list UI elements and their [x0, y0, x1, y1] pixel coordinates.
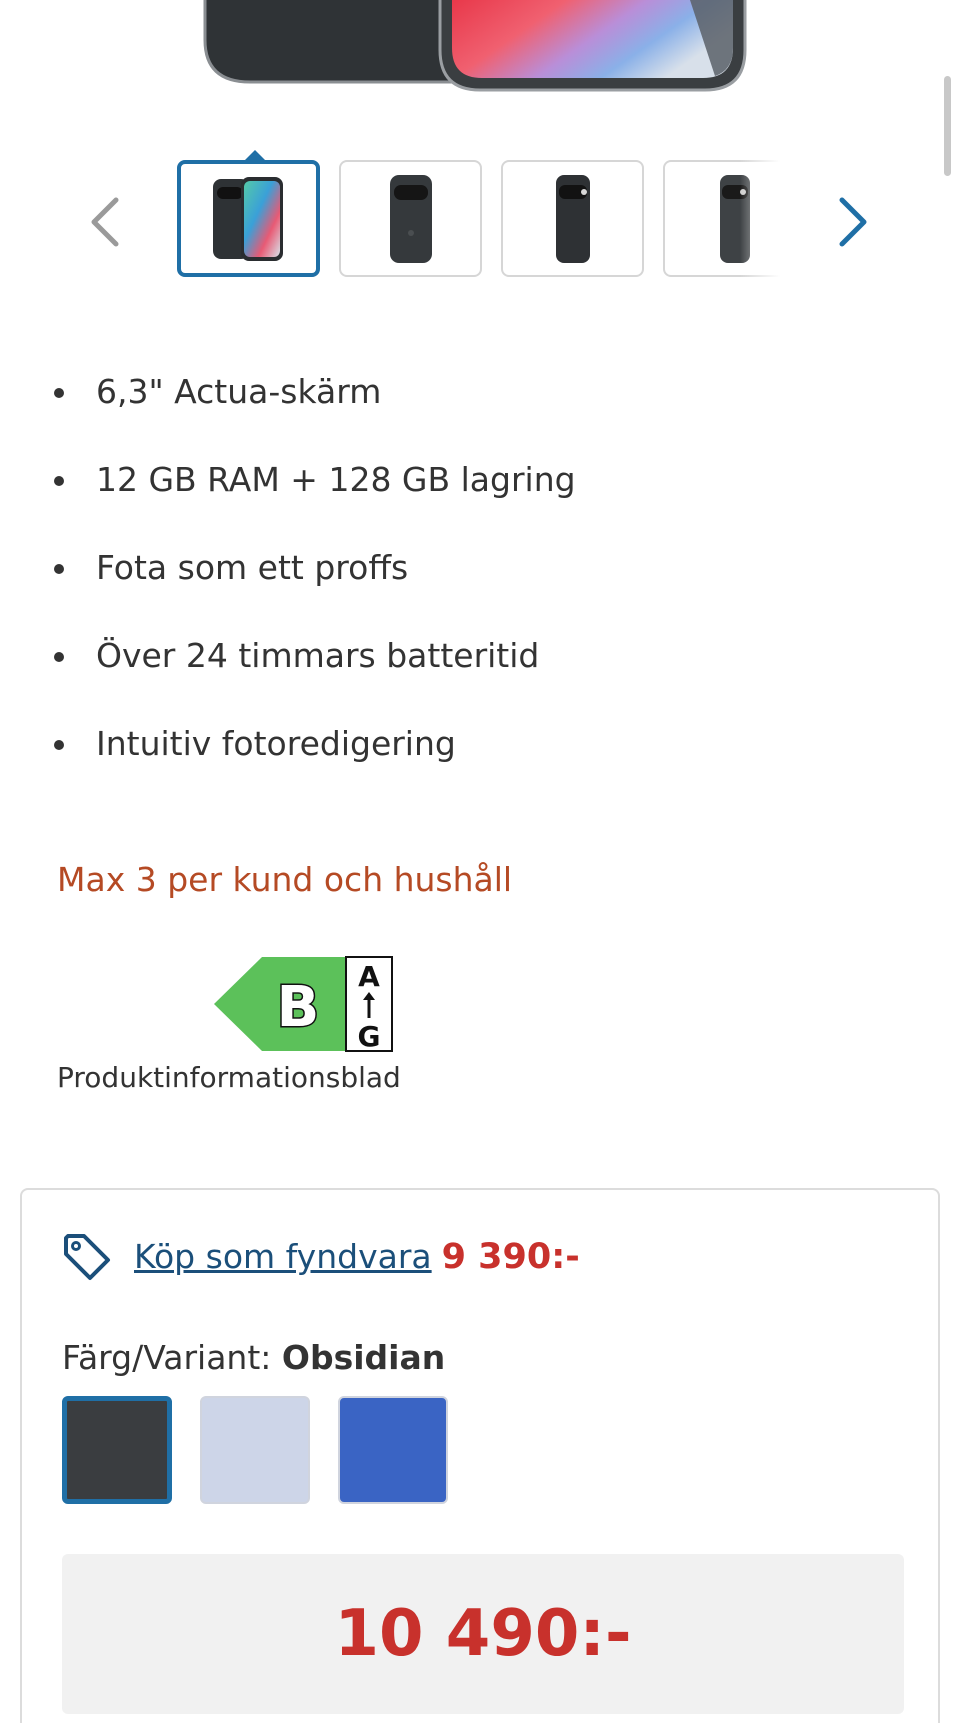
thumbnail-3[interactable]: [501, 160, 644, 277]
product-main-image[interactable]: [0, 0, 960, 110]
feature-item: Fota som ett proffs: [54, 546, 576, 634]
outlet-link[interactable]: Köp som fyndvara: [134, 1235, 432, 1279]
chevron-left-icon: [91, 197, 119, 247]
purchase-limit-notice: Max 3 per kund och hushåll: [57, 860, 513, 899]
energy-class-letter: B: [277, 975, 320, 1040]
feature-item: 6,3" Actua-skärm: [54, 370, 576, 458]
bullet-icon: [54, 740, 64, 750]
outlet-price: 9 390:-: [441, 1237, 580, 1277]
chevron-right-icon: [839, 197, 867, 247]
product-info-sheet-link[interactable]: Produktinformationsblad: [57, 1058, 401, 1098]
bullet-icon: [54, 476, 64, 486]
swatch-obsidian[interactable]: [62, 1396, 172, 1504]
feature-item: 12 GB RAM + 128 GB lagring: [54, 458, 576, 546]
feature-item: Över 24 timmars batteritid: [54, 634, 576, 722]
swatch-porcelain[interactable]: [200, 1396, 310, 1504]
thumbnail-2[interactable]: [339, 160, 482, 277]
variant-label: Färg/Variant: Obsidian: [62, 1336, 445, 1380]
bullet-icon: [54, 388, 64, 398]
carousel-next-button[interactable]: [834, 192, 874, 252]
purchase-card: Köp som fyndvara 9 390:- Färg/Variant: O…: [20, 1188, 940, 1723]
thumbnail-strip: [170, 140, 780, 280]
energy-scale-top: A: [358, 960, 380, 993]
thumbnail-1[interactable]: [177, 150, 320, 277]
strip-fade: [740, 160, 780, 277]
feature-item: Intuitiv fotoredigering: [54, 722, 576, 810]
phone-back-image: [389, 174, 432, 263]
swatch-blue[interactable]: [338, 1396, 448, 1504]
bullet-icon: [54, 652, 64, 662]
carousel-prev-button[interactable]: [84, 192, 124, 252]
outlet-offer: Köp som fyndvara 9 390:-: [62, 1232, 580, 1282]
variant-prefix: Färg/Variant:: [62, 1338, 272, 1377]
phone-front-image: [212, 176, 283, 261]
product-price: 10 490:-: [334, 1597, 632, 1671]
energy-scale-bottom: G: [358, 1020, 381, 1052]
variant-selected-name: Obsidian: [281, 1338, 446, 1377]
feature-list: 6,3" Actua-skärm 12 GB RAM + 128 GB lagr…: [54, 370, 576, 810]
price-box: 10 490:-: [62, 1554, 904, 1714]
phone-angle-image: [555, 174, 590, 263]
bullet-icon: [54, 564, 64, 574]
price-tag-icon: [64, 1234, 110, 1280]
thumbnail-carousel: [0, 140, 960, 280]
energy-label-badge[interactable]: B A G: [214, 956, 394, 1053]
selected-indicator: [241, 150, 269, 164]
